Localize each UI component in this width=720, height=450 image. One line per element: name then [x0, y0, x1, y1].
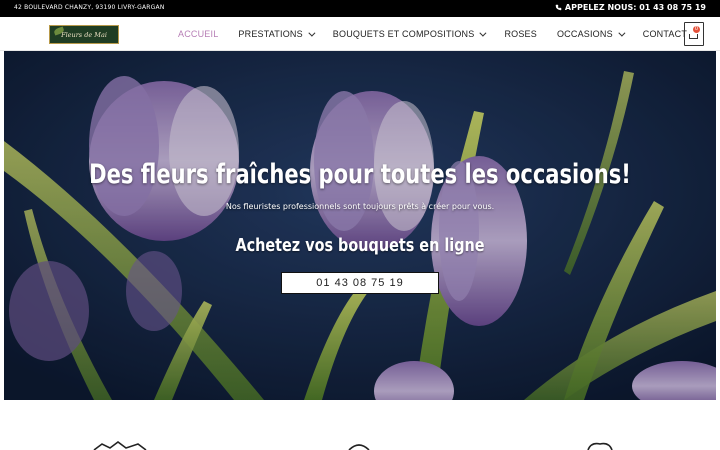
chevron-down-icon — [479, 29, 487, 37]
menu-item-label: BOUQUETS ET COMPOSITIONS — [332, 29, 475, 39]
phone-label: APPELEZ NOUS: 01 43 08 75 19 — [564, 3, 706, 12]
menu-item-roses[interactable]: ROSES — [504, 29, 537, 39]
call-button[interactable]: 01 43 08 75 19 — [281, 272, 439, 294]
hero-flower-image — [4, 51, 716, 400]
cart-count-badge: 0 — [693, 26, 700, 33]
menu-item-bouquets[interactable]: BOUQUETS ET COMPOSITIONS — [332, 29, 487, 39]
site-logo[interactable]: Fleurs de Mai — [49, 25, 119, 44]
menu-item-occasions[interactable]: OCCASIONS — [556, 29, 626, 39]
feature-icon-2 — [348, 444, 370, 450]
phone-icon — [555, 4, 562, 11]
main-navbar: Fleurs de Mai ACCUEIL PRESTATIONS BOUQUE… — [0, 17, 720, 51]
hero-banner: Des fleurs fraîches pour toutes les occa… — [4, 51, 716, 400]
menu-item-label: OCCASIONS — [556, 29, 613, 39]
main-menu: ACCUEIL PRESTATIONS BOUQUETS ET COMPOSIT… — [178, 17, 707, 51]
menu-item-prestations[interactable]: PRESTATIONS — [238, 29, 316, 39]
chevron-down-icon — [618, 29, 626, 37]
feature-icon-3 — [587, 442, 613, 450]
cart-button[interactable]: 0 — [684, 22, 704, 46]
logo-text: Fleurs de Mai — [61, 30, 107, 39]
features-section — [0, 400, 720, 450]
hero-title: Des fleurs fraîches pour toutes les occa… — [89, 159, 631, 190]
feature-icon-1 — [93, 441, 147, 450]
menu-item-label: ROSES — [504, 29, 537, 39]
menu-item-accueil[interactable]: ACCUEIL — [178, 29, 218, 39]
menu-item-label: PRESTATIONS — [238, 29, 303, 39]
phone-link[interactable]: APPELEZ NOUS: 01 43 08 75 19 — [555, 3, 706, 12]
menu-item-contact[interactable]: CONTACT — [643, 29, 687, 39]
top-info-bar: 42 BOULEVARD CHANZY, 93190 LIVRY-GARGAN … — [0, 0, 720, 17]
chevron-down-icon — [308, 29, 316, 37]
hero-heading: Achetez vos bouquets en ligne — [235, 235, 485, 256]
address-text: 42 BOULEVARD CHANZY, 93190 LIVRY-GARGAN — [14, 4, 165, 11]
hero-subtitle: Nos fleuristes professionnels sont toujo… — [225, 202, 495, 211]
cart-icon — [689, 34, 698, 39]
menu-item-label: CONTACT — [642, 29, 688, 39]
menu-item-label: ACCUEIL — [178, 29, 219, 39]
